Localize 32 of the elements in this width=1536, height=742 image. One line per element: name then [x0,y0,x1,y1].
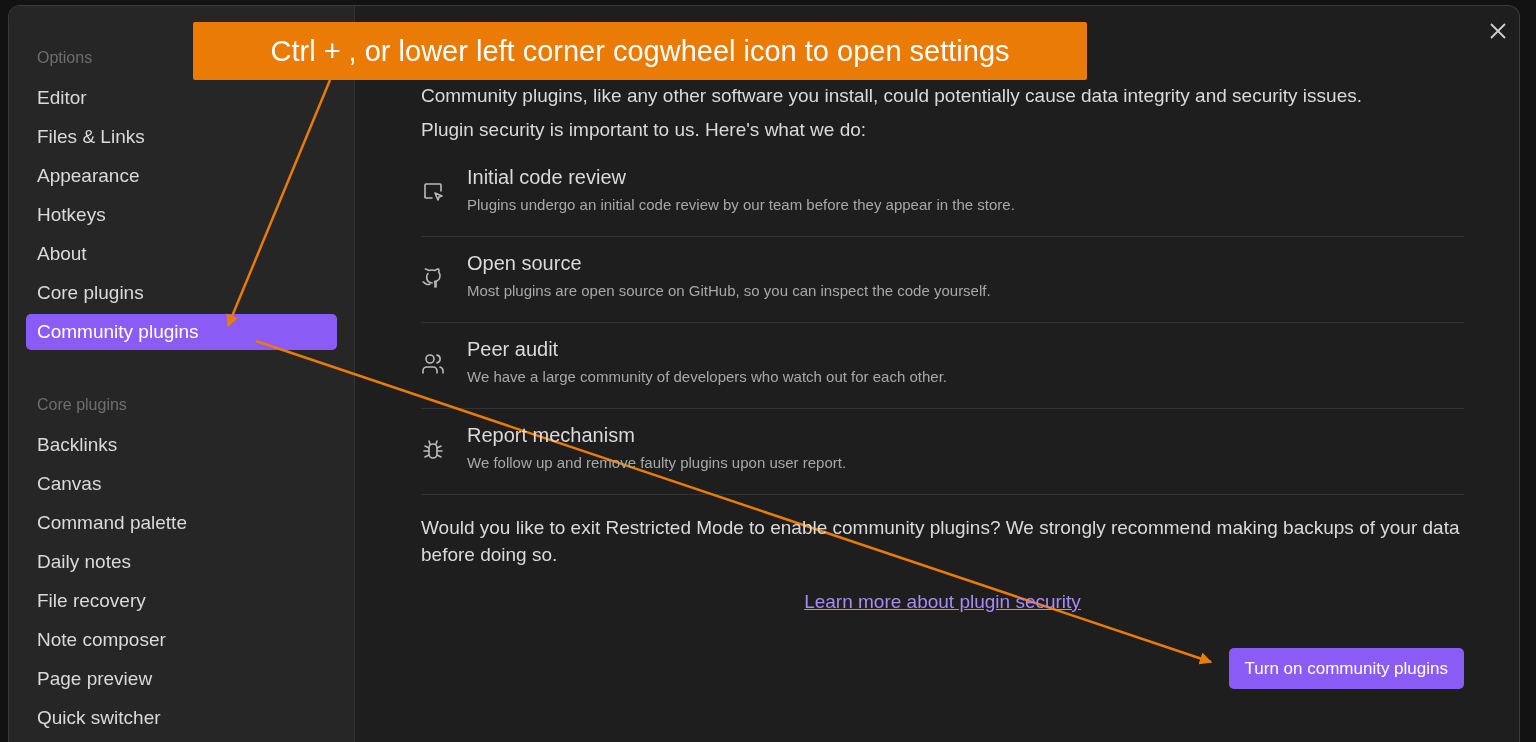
measure-title: Initial code review [467,165,627,190]
measure-description: We have a large community of developers who watch out for each other. [467,367,947,387]
turn-on-button[interactable]: Turn on community plugins [1228,648,1464,689]
callout-note: Ctrl + , or lower left corner cogwheel icon to open settings [193,22,1087,80]
cursor-frame-icon [421,180,445,204]
bug-icon [421,438,445,462]
sidebar-item[interactable]: About [26,236,337,272]
sidebar-item[interactable]: Backlinks [26,427,337,463]
sidebar-heading: Core plugins [36,395,128,415]
sidebar-item[interactable]: Page preview [26,661,337,697]
sidebar-item[interactable]: Community plugins [26,314,337,350]
sidebar-item[interactable]: Appearance [26,158,337,194]
sidebar-item[interactable]: File recovery [26,583,337,619]
sidebar-item[interactable]: Note composer [26,622,337,658]
measure-title: Report mechanism [467,423,636,448]
sidebar-heading: Options [36,48,94,68]
intro-paragraph: Community plugins, like any other software you install, could potentially cause data integrity and security issues. [421,84,1363,108]
measure-description: Plugins undergo an initial code review by our team before they appear in the store. [467,195,1015,215]
measure-title: Peer audit [467,337,560,362]
sidebar-item[interactable]: Core plugins [26,275,337,311]
measure-description: Most plugins are open source on GitHub, so you can inspect the code yourself. [467,281,991,301]
people-icon [421,352,445,376]
measure-title: Open source [467,251,583,276]
sidebar-item[interactable]: Hotkeys [26,197,337,233]
sidebar-item[interactable]: Files & Links [26,119,337,155]
sidebar-item[interactable]: Canvas [26,466,337,502]
close-icon[interactable] [1490,23,1506,39]
sidebar-item[interactable]: Daily notes [26,544,337,580]
sidebar-item[interactable]: Command palette [26,505,337,541]
security-heading: Plugin security is important to us. Here's what we do: [421,118,868,142]
sidebar-item[interactable]: Quick switcher [26,700,337,736]
sidebar-item[interactable]: Editor [26,80,337,116]
